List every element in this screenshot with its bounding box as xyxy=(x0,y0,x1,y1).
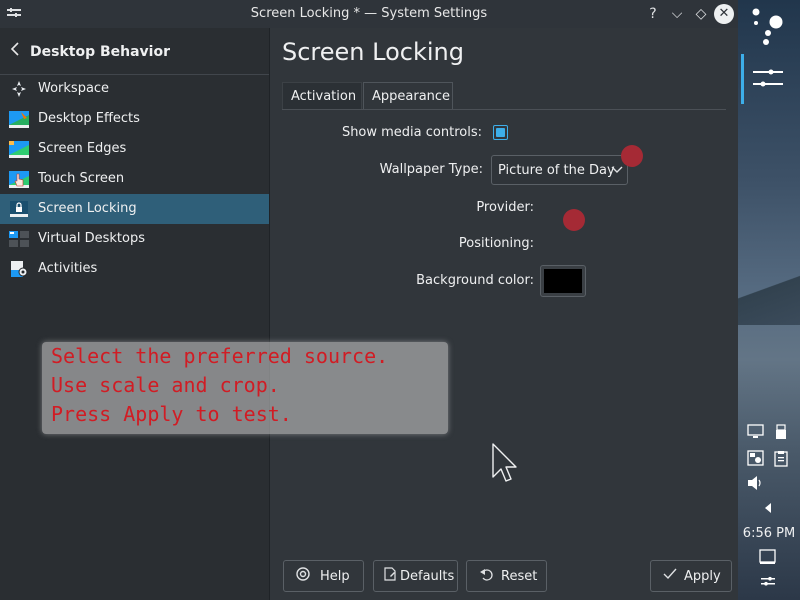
page-title: Screen Locking xyxy=(282,38,464,66)
panel-wallpaper-mountain xyxy=(738,265,800,325)
tutorial-overlay: Select the preferred source. Use scale a… xyxy=(42,342,448,434)
sidebar-item-label: Activities xyxy=(38,261,98,276)
background-color-swatch xyxy=(544,269,582,293)
tab-activation[interactable]: Activation xyxy=(282,82,362,110)
usb-device-icon[interactable] xyxy=(774,424,788,444)
overlay-line: Press Apply to test. xyxy=(51,402,292,426)
sidebar: Desktop Behavior Workspace Desktop Effec… xyxy=(0,28,269,600)
virtual-desktops-icon xyxy=(9,230,29,248)
panel-settings-icon[interactable] xyxy=(759,574,777,592)
mouse-cursor-icon xyxy=(492,443,518,489)
screen-edges-icon xyxy=(9,140,29,158)
kdeconnect-icon[interactable] xyxy=(747,450,764,470)
overlay-line: Use scale and crop. xyxy=(51,373,280,397)
reset-button[interactable]: Reset xyxy=(466,560,547,592)
tab-divider xyxy=(282,109,726,110)
sidebar-item-label: Touch Screen xyxy=(38,171,125,186)
sidebar-item-label: Screen Edges xyxy=(38,141,127,156)
screen-locking-icon xyxy=(9,200,29,218)
apply-button-label: Apply xyxy=(684,569,721,584)
right-panel: 6:56 PM xyxy=(738,0,800,600)
touch-screen-icon xyxy=(9,170,29,188)
show-media-controls-checkbox[interactable] xyxy=(493,125,508,140)
defaults-button-label: Defaults xyxy=(400,569,455,584)
maximize-window-button[interactable]: ◇ xyxy=(691,4,711,24)
window-titlebar: Screen Locking * — System Settings ? ⌵ ◇… xyxy=(0,0,738,28)
sidebar-back-label: Desktop Behavior xyxy=(30,44,170,60)
sidebar-item-workspace[interactable]: Workspace xyxy=(0,74,269,104)
sidebar-item-label: Workspace xyxy=(38,81,110,96)
document-defaults-icon xyxy=(383,567,397,585)
sidebar-back-header[interactable]: Desktop Behavior xyxy=(0,28,269,75)
sidebar-item-label: Screen Locking xyxy=(38,201,137,216)
click-marker-dot xyxy=(563,209,585,231)
overlay-line: Select the preferred source. xyxy=(51,344,389,368)
click-marker-dot xyxy=(621,145,643,167)
display-config-icon[interactable] xyxy=(747,424,764,443)
help-button[interactable]: Help xyxy=(283,560,364,592)
show-desktop-icon[interactable] xyxy=(759,549,777,569)
help-window-button[interactable]: ? xyxy=(643,4,663,24)
help-button-label: Help xyxy=(320,569,350,584)
sidebar-item-activities[interactable]: Activities xyxy=(0,254,269,284)
provider-label: Provider: xyxy=(476,200,534,215)
positioning-label: Positioning: xyxy=(458,236,534,251)
close-window-button[interactable]: ✕ xyxy=(714,4,734,24)
undo-icon xyxy=(479,567,493,585)
minimize-window-button[interactable]: ⌵ xyxy=(667,4,687,24)
apply-button[interactable]: Apply xyxy=(650,560,732,592)
desktop-effects-icon xyxy=(9,110,29,128)
tab-appearance[interactable]: Appearance xyxy=(363,82,453,110)
sidebar-item-label: Virtual Desktops xyxy=(38,231,145,246)
panel-clock[interactable]: 6:56 PM xyxy=(738,526,800,541)
background-color-button[interactable] xyxy=(540,265,586,297)
wallpaper-type-label: Wallpaper Type: xyxy=(379,162,483,177)
workspace-icon xyxy=(9,80,29,98)
tray-expand-arrow-icon[interactable] xyxy=(764,502,772,518)
background-color-label: Background color: xyxy=(416,273,534,288)
sidebar-item-virtual-desktops[interactable]: Virtual Desktops xyxy=(0,224,269,254)
sidebar-item-screen-locking[interactable]: Screen Locking xyxy=(0,194,269,224)
sidebar-item-touch-screen[interactable]: Touch Screen xyxy=(0,164,269,194)
main-content: Screen Locking Activation Appearance Sho… xyxy=(270,28,738,600)
reset-button-label: Reset xyxy=(501,569,538,584)
chevron-down-icon xyxy=(611,161,623,180)
sidebar-item-desktop-effects[interactable]: Desktop Effects xyxy=(0,104,269,134)
checkbox-checked-mark xyxy=(496,128,505,137)
help-lifebuoy-icon xyxy=(296,567,310,585)
wallpaper-type-value: Picture of the Day xyxy=(498,163,615,178)
defaults-button[interactable]: Defaults xyxy=(373,560,458,592)
application-launcher-icon[interactable] xyxy=(750,6,788,50)
activities-icon xyxy=(9,260,29,278)
volume-icon[interactable] xyxy=(747,475,765,495)
checkmark-icon xyxy=(663,567,677,585)
window-title: Screen Locking * — System Settings xyxy=(250,6,488,21)
sidebar-item-screen-edges[interactable]: Screen Edges xyxy=(0,134,269,164)
chevron-left-icon[interactable] xyxy=(10,42,20,60)
show-media-controls-label: Show media controls: xyxy=(341,125,482,140)
active-task-indicator xyxy=(741,54,744,104)
wallpaper-type-select[interactable]: Picture of the Day xyxy=(491,155,628,185)
clipboard-icon[interactable] xyxy=(774,450,788,471)
system-settings-task-icon[interactable] xyxy=(751,65,785,97)
sidebar-item-label: Desktop Effects xyxy=(38,111,140,126)
